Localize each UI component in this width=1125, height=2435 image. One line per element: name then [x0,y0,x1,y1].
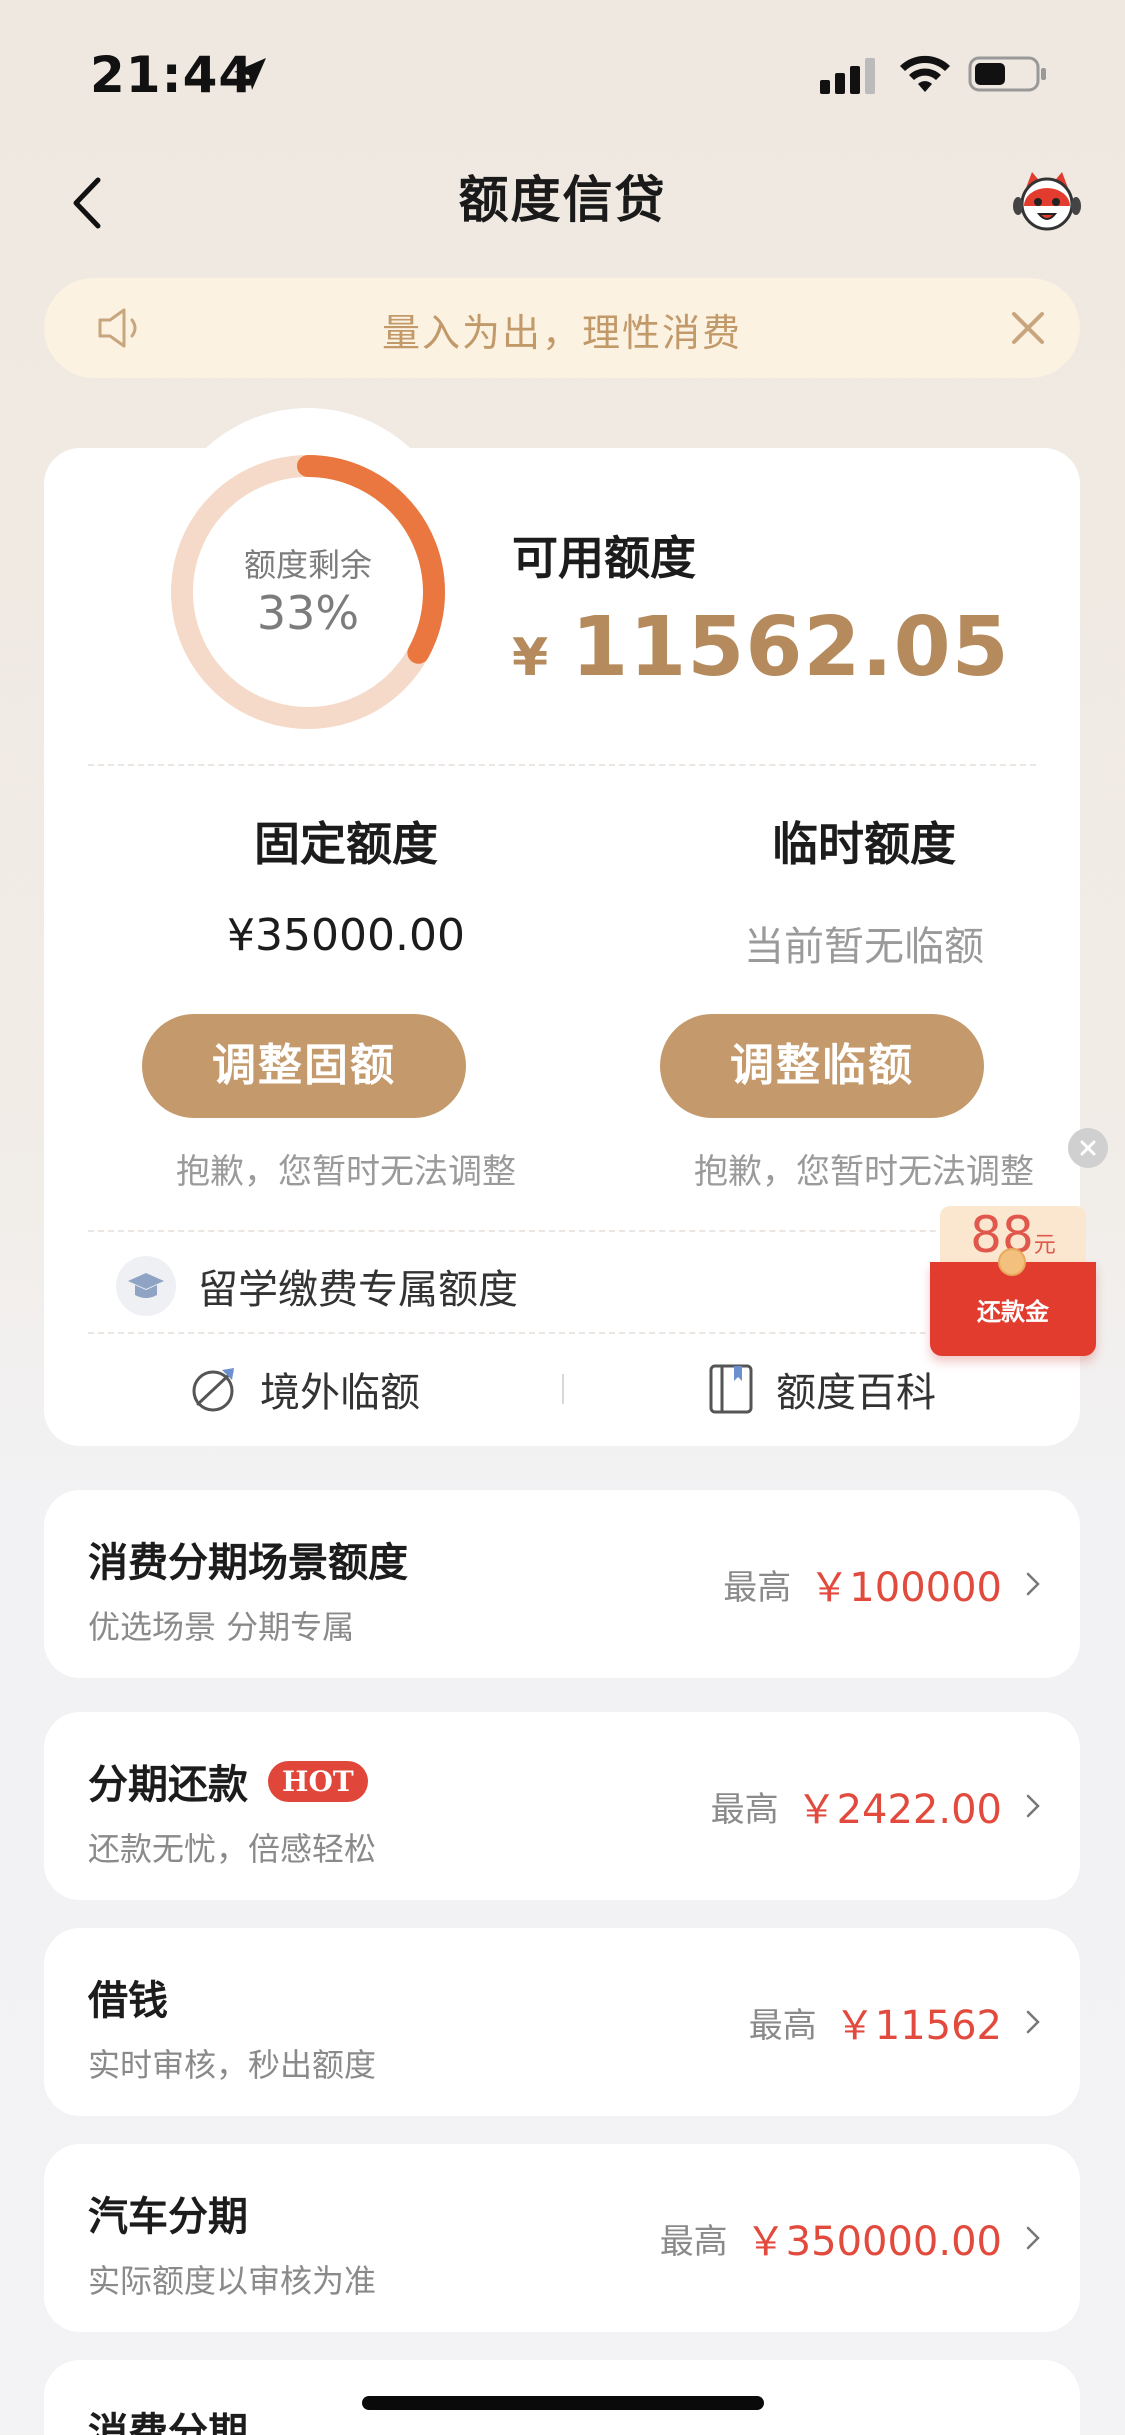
overseas-temp-credit-label: 境外临额 [260,1370,420,1416]
graduation-cap-icon [116,1256,176,1316]
hot-badge: HOT [268,1760,368,1802]
fixed-credit-title-text: 固定额度 [254,817,438,871]
credit-summary-card: 额度剩余 33% 可用额度 ¥11562.05 固定额度 临时额度 ¥35000… [44,408,1080,1446]
list-item[interactable]: 汽车分期 实际额度以审核为准 最高 ￥350000.00 [44,2144,1080,2332]
status-bar: 21:44 [0,0,1125,140]
list-item-limit: 最高 ￥11562 [749,1928,1040,2116]
available-amount-value: 11562.05 [571,600,1010,695]
list-item-subtitle: 实时审核，秒出额度 [88,2046,377,2084]
list-item-subtitle: 优选场景 分期专属 [88,1608,355,1646]
adjust-temp-button[interactable]: 调整临额 [660,1014,984,1118]
list-item-title: 汽车分期 [88,2184,248,2242]
credit-wiki-link[interactable]: 额度百科 [708,1354,936,1424]
list-item-limit: 最高 ￥2422.00 [711,1712,1040,1900]
study-abroad-label: 留学缴费专属额度 [198,1267,518,1313]
close-icon[interactable] [1008,308,1048,348]
max-amount: ￥2422.00 [796,1787,1002,1833]
back-button[interactable] [62,168,112,238]
promo-unit: 元 [1033,1233,1056,1258]
temp-credit-title-text: 临时额度 [772,817,956,871]
list-item-title: 借钱 [88,1968,168,2026]
max-amount: ￥350000.00 [745,2219,1002,2265]
list-item-title-text: 消费分期场景额度 [88,1540,408,1586]
fixed-credit-value: ¥35000.00 [227,910,465,961]
location-arrow-icon [234,58,266,90]
list-item-title-text: 分期还款 [88,1762,248,1808]
list-item-subtitle: 实际额度以审核为准 [88,2262,377,2300]
notice-text: 量入为出，理性消费 [381,311,742,355]
list-item-title-text: 汽车分期 [88,2194,248,2240]
max-label: 最高 [723,1567,792,1608]
list-item-limit: 最高 ￥350000.00 [660,2144,1040,2332]
list-item[interactable]: 消费分期场景额度 优选场景 分期专属 最高 ￥100000 [44,1490,1080,1678]
chevron-right-icon [1026,1572,1040,1596]
available-credit-amount: ¥11562.05 [512,600,1010,695]
list-item-title: 消费分期场景额度 [88,1530,408,1588]
temp-credit-value: 当前暂无临额 [744,924,984,970]
list-item[interactable]: 分期还款 HOT 还款无忧，倍感轻松 最高 ￥2422.00 [44,1712,1080,1900]
red-envelope: 还款金 [930,1248,1096,1356]
page-title: 额度信贷 [458,171,667,229]
list-item-subtitle: 还款无忧，倍感轻松 [88,1830,377,1868]
chevron-right-icon [1026,1794,1040,1818]
envelope-seal-icon [998,1248,1026,1276]
study-abroad-credit-link[interactable]: 留学缴费专属额度 [116,1256,518,1316]
promo-close-button[interactable] [1068,1128,1108,1168]
max-label: 最高 [659,2221,728,2262]
list-item[interactable]: 借钱 实时审核，秒出额度 最高 ￥11562 [44,1928,1080,2116]
wifi-icon [900,55,950,92]
temp-adjust-note: 抱歉，您暂时无法调整 [694,1152,1034,1192]
chevron-left-icon [73,177,101,229]
home-indicator [362,2396,764,2410]
battery-icon [968,56,1046,92]
fixed-adjust-note: 抱歉，您暂时无法调整 [176,1152,516,1192]
list-item-title-text: 借钱 [88,1978,168,2024]
available-credit-label: 可用额度 [512,531,696,585]
chevron-right-icon [1026,2010,1040,2034]
links-divider [562,1374,564,1404]
max-label: 最高 [710,1789,779,1830]
currency-symbol: ¥ [512,628,550,688]
list-item-title: 消费分期 [88,2400,248,2435]
list-item-title: 分期还款 HOT [88,1752,368,1810]
max-label: 最高 [748,2005,817,2046]
donut-percent: 33% [256,586,360,640]
notice-banner: 量入为出，理性消费 [44,278,1080,378]
max-amount: ￥100000 [809,1565,1002,1611]
list-item-title-text: 消费分期 [88,2410,248,2435]
close-icon [1080,1140,1096,1156]
book-icon [709,1364,753,1414]
donut-label: 额度剩余 [243,546,372,584]
max-amount: ￥11562 [834,2003,1002,2049]
overseas-temp-credit-link[interactable]: 境外临额 [188,1354,420,1424]
divider [88,1230,1036,1232]
repayment-bonus-promo[interactable]: 88元 还款金 [930,1206,1096,1356]
divider [88,764,1036,766]
globe-plane-icon [192,1368,234,1412]
list-item-limit: 最高 ￥100000 [723,1490,1040,1678]
adjust-fixed-button[interactable]: 调整固额 [142,1014,466,1118]
chevron-right-icon [1026,2226,1040,2250]
credit-wiki-label: 额度百科 [776,1370,936,1416]
quick-links: 境外临额 额度百科 [44,1354,1080,1424]
mascot-avatar-icon[interactable] [1012,166,1082,236]
cellular-signal-icon [820,58,875,94]
divider [88,1332,1036,1334]
fixed-credit-title: 固定额度 [126,808,566,874]
temp-credit-title: 临时额度 [644,808,1084,874]
promo-label: 还款金 [977,1298,1049,1326]
